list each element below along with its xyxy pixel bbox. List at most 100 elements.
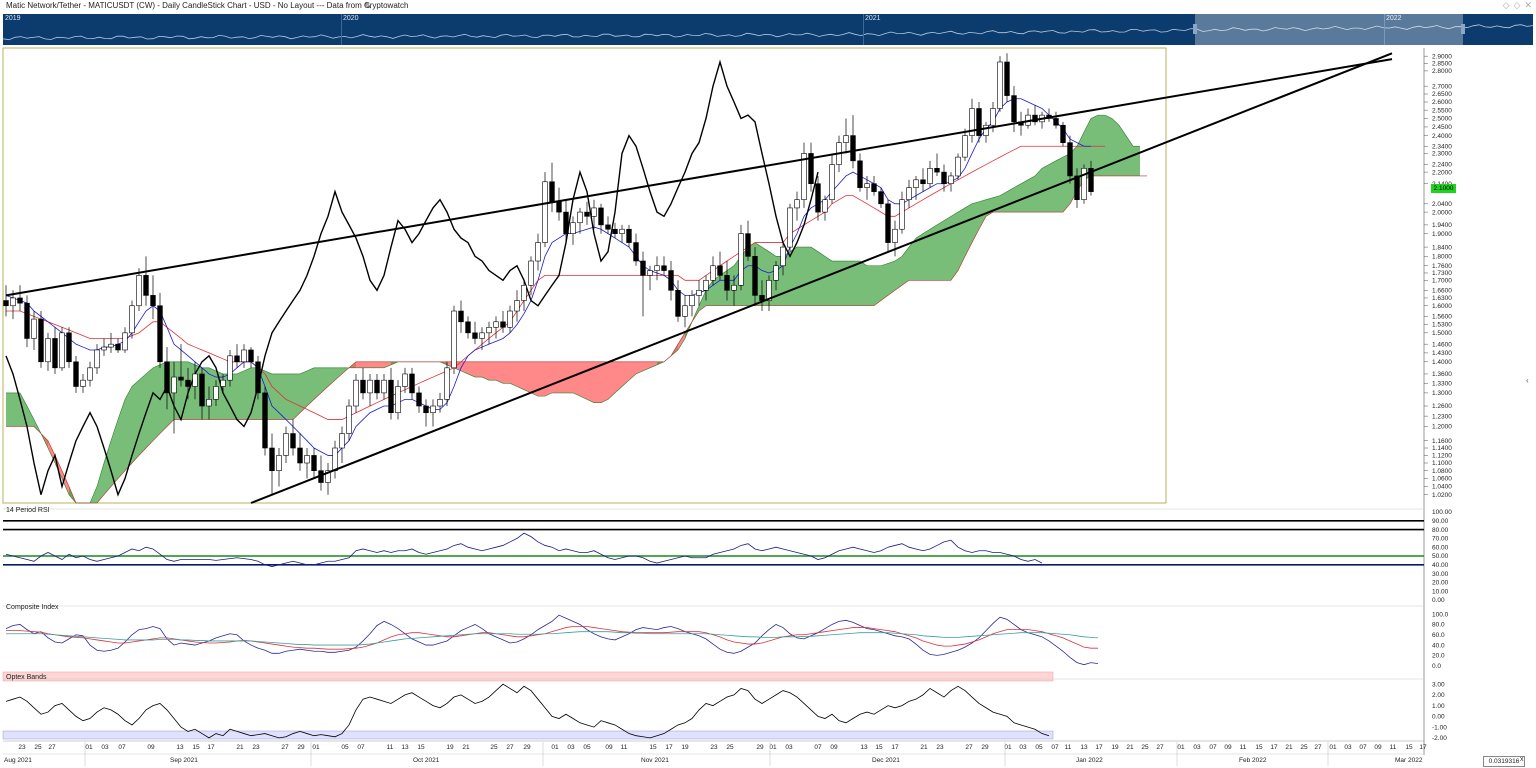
optex-line xyxy=(5,683,1050,739)
candle-body xyxy=(962,135,968,158)
rsi-tick-label: 80.00 xyxy=(1432,527,1449,534)
rsi-tick-label: 20.00 xyxy=(1432,580,1449,587)
date-tick-label: 25 xyxy=(726,744,734,751)
date-tick-label: 23 xyxy=(936,744,944,751)
composite-tick-label: 80.0 xyxy=(1432,622,1445,629)
candle-body xyxy=(451,310,457,369)
candle-body xyxy=(290,433,296,449)
date-tick-label: 15 xyxy=(192,744,200,751)
candle-body xyxy=(822,199,828,213)
candle-body xyxy=(3,300,9,307)
price-tick-label: 2.3400 xyxy=(1432,143,1452,150)
candle-body xyxy=(66,332,72,363)
rsi-tick-label: 0.00 xyxy=(1432,597,1445,604)
date-tick-label: 07 xyxy=(357,744,365,751)
candle-body xyxy=(976,108,982,136)
candle-body xyxy=(311,455,317,472)
candle-body xyxy=(584,211,590,217)
diamond-icon[interactable]: ◇ xyxy=(1503,0,1510,10)
candle-body xyxy=(360,379,366,394)
candle-body xyxy=(430,405,436,414)
candle-body xyxy=(192,373,198,387)
price-tick-label: 1.0800 xyxy=(1432,468,1452,475)
date-tick-label: 07 xyxy=(814,744,822,751)
candle-body xyxy=(682,305,688,317)
candle-body xyxy=(297,447,303,464)
navigator-selection-window[interactable] xyxy=(1193,14,1465,45)
rsi-tick-label: 30.00 xyxy=(1432,571,1449,578)
price-tick-label: 2.8000 xyxy=(1432,68,1452,75)
candle-body xyxy=(164,361,170,394)
candle-body xyxy=(227,355,233,381)
price-tick-label: 1.1400 xyxy=(1432,445,1452,452)
candle-body xyxy=(598,207,604,226)
candle-body xyxy=(521,284,527,301)
price-tick-label: 2.6500 xyxy=(1432,91,1452,98)
date-tick-label: 23 xyxy=(710,744,718,751)
date-tick-label: 29 xyxy=(523,744,531,751)
candle-body xyxy=(59,332,65,369)
candle-body xyxy=(458,310,464,323)
candle-body xyxy=(675,290,681,317)
candle-body xyxy=(38,318,44,363)
candle-body xyxy=(353,379,359,407)
candle-body xyxy=(213,386,219,400)
date-tick-label: 07 xyxy=(118,744,126,751)
rsi-tick-label: 10.00 xyxy=(1432,588,1449,595)
chevron-left-icon[interactable]: ‹ xyxy=(1526,376,1529,385)
navigator-left-handle[interactable] xyxy=(1193,24,1197,34)
candle-body xyxy=(150,295,156,307)
candle-body xyxy=(857,160,863,188)
candle-body xyxy=(115,343,121,351)
candle-body xyxy=(332,447,338,472)
time-navigator[interactable]: 2019 2020 2021 2022 xyxy=(3,14,1533,45)
pencil-icon[interactable]: ✎ xyxy=(364,1,372,12)
candle-body xyxy=(794,199,800,209)
candle-body xyxy=(927,168,933,185)
date-tick-label: 05 xyxy=(1035,744,1043,751)
date-tick-label: 17 xyxy=(1095,744,1103,751)
price-tick-label: 2.2400 xyxy=(1432,162,1452,169)
composite-composite-line xyxy=(5,614,1099,666)
candle-body xyxy=(283,433,289,456)
close-icon[interactable]: ✕ xyxy=(1524,0,1532,10)
navigator-right-handle[interactable] xyxy=(1461,24,1465,34)
date-tick-label: 15 xyxy=(1405,744,1413,751)
candle-body xyxy=(1074,175,1080,201)
candle-body xyxy=(1011,95,1017,123)
trendline xyxy=(250,52,1393,504)
composite-panel-label: Composite Index xyxy=(6,604,59,611)
chart-canvas[interactable]: 2.90002.85002.8000 2.70002.65002.60002.55… xyxy=(0,45,1536,768)
date-tick-label: 13 xyxy=(860,744,868,751)
candle-body xyxy=(1004,61,1010,96)
month-label: Aug 2021 xyxy=(4,757,32,764)
candle-body xyxy=(577,211,583,224)
price-tick-label: 1.7300 xyxy=(1432,270,1452,277)
price-tick-label: 1.0600 xyxy=(1432,476,1452,483)
price-tick-label: 1.3300 xyxy=(1432,381,1452,388)
candle-body xyxy=(843,135,849,143)
candle-body xyxy=(199,373,205,407)
price-tick-label: 1.9000 xyxy=(1432,231,1452,238)
composite-tick-label: 0.0 xyxy=(1432,663,1441,670)
candle-body xyxy=(871,183,877,192)
candle-body xyxy=(850,135,856,162)
candle-body xyxy=(542,181,548,243)
candle-body xyxy=(647,270,653,276)
candle-body xyxy=(493,321,499,328)
price-tick-label: 2.3000 xyxy=(1432,151,1452,158)
date-tick-label: 03 xyxy=(101,744,109,751)
close-x-icon[interactable]: x xyxy=(1520,756,1524,763)
candle-body xyxy=(997,61,1003,109)
date-tick-label: 03 xyxy=(785,744,793,751)
candle-body xyxy=(381,379,387,394)
month-label: Feb 2022 xyxy=(1239,757,1267,764)
price-tick-label: 2.5500 xyxy=(1432,107,1452,114)
rsi-tick-label: 90.00 xyxy=(1432,518,1449,525)
candle-body xyxy=(668,270,674,291)
candle-body xyxy=(367,379,373,394)
candle-body xyxy=(402,373,408,387)
candle-body xyxy=(500,321,506,328)
candle-body xyxy=(31,318,37,339)
diamond-icon[interactable]: ◇ xyxy=(1514,0,1521,10)
